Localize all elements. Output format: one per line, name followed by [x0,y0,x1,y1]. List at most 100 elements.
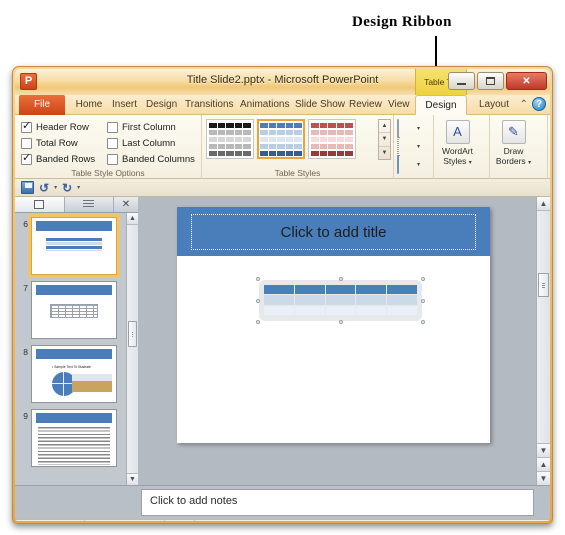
group-shading-borders-effects: ▾ ▾ ▾ [394,115,434,179]
spellcheck-button[interactable] [165,519,196,521]
checkbox-label: Total Row [36,137,78,149]
resize-handle[interactable] [421,277,425,281]
minimize-ribbon-icon[interactable]: ⌃ [520,99,528,110]
save-icon[interactable] [21,181,34,194]
shading-button[interactable]: ▾ [397,118,433,138]
checkbox-label: Header Row [36,121,89,133]
scroll-up-icon[interactable]: ▲ [127,213,138,225]
tab-home[interactable]: Home [71,95,107,115]
group-draw-borders: ✎ Draw Borders ▾ [490,115,548,179]
checkbox-banded-rows[interactable]: Banded Rows [21,151,107,167]
notes-placeholder[interactable]: Click to add notes [141,489,534,516]
close-button[interactable]: ✕ [506,72,547,90]
checkbox-header-row[interactable]: Header Row [21,119,107,135]
list-item[interactable]: 7 [17,281,126,339]
slides-panel: ✕ 6 7 8 • Sample Text To Illustrate 9 ▲ … [15,197,138,485]
slide-number: 9 [23,411,28,421]
wordart-styles-button[interactable]: A WordArt Styles ▾ [434,117,481,175]
list-item[interactable]: 6 [17,214,126,278]
scrollbar-thumb[interactable] [538,273,549,297]
gallery-scroll-down-icon[interactable]: ▼ [379,133,390,147]
close-panel-button[interactable]: ✕ [114,197,138,212]
checkbox-banded-columns[interactable]: Banded Columns [107,151,201,167]
chevron-down-icon[interactable]: ▾ [417,125,420,132]
tab-slides[interactable] [15,197,65,212]
table-style-red[interactable] [308,119,356,159]
group-label: Table Style Options [71,168,145,178]
chevron-down-icon[interactable]: ▾ [417,143,420,150]
tab-table-tools-design[interactable]: Design [415,95,467,115]
resize-handle[interactable] [338,277,343,281]
scrollbar-thumb[interactable] [128,321,137,347]
undo-dropdown-icon[interactable]: ▾ [54,184,57,191]
resize-handle[interactable] [421,320,425,324]
slide-panel-scrollbar[interactable]: ▲ ▼ [126,213,138,485]
canvas-scrollbar[interactable]: ▲ ▼ ▲ ▼ [536,197,550,485]
tab-slide-show[interactable]: Slide Show [291,95,345,115]
restore-button[interactable] [477,72,504,90]
theme-name[interactable]: "Office Theme" [85,519,166,521]
group-table-styles: ▲ ▼ ▼ Table Styles [202,115,394,179]
gallery-scroll-buttons[interactable]: ▲ ▼ ▼ [378,119,391,160]
slide-thumbnail-7[interactable] [31,281,117,339]
tab-review[interactable]: Review [345,95,383,115]
resize-handle[interactable] [338,320,343,324]
resize-handle[interactable] [256,277,260,281]
tab-design[interactable]: Design [142,95,180,115]
table-row [264,305,417,315]
table-style-blue-selected[interactable] [257,119,305,159]
current-slide[interactable]: Click to add title [177,207,490,443]
gallery-more-icon[interactable]: ▼ [379,147,390,159]
gallery-scroll-up-icon[interactable]: ▲ [379,120,390,134]
language-indicator[interactable]: English (Canada) [195,520,284,522]
undo-icon[interactable]: ↺ [39,181,49,195]
previous-slide-icon[interactable]: ▲ [537,457,550,471]
resize-handle[interactable] [256,298,260,303]
slide-thumbnail-list[interactable]: 6 7 8 • Sample Text To Illustrate 9 [15,213,126,485]
slide-canvas[interactable]: Click to add title ▲ ▼ ▲ ▼ [138,197,550,485]
thumb-text-lines [38,427,110,465]
title-placeholder[interactable]: Click to add title [191,214,476,250]
scroll-down-icon[interactable]: ▼ [127,473,138,485]
redo-icon[interactable]: ↻ [62,181,72,195]
customize-qat-icon[interactable]: ▾ [77,184,80,191]
tab-view[interactable]: View [384,95,412,115]
tab-table-tools-layout[interactable]: Layout [470,95,518,115]
list-item[interactable]: 8 • Sample Text To Illustrate [17,345,126,403]
window-controls: ✕ [448,72,547,90]
scroll-up-icon[interactable]: ▲ [537,197,550,211]
checkbox-total-row[interactable]: Total Row [21,135,107,151]
tab-outline[interactable] [65,197,114,212]
list-item[interactable]: 9 [17,409,126,467]
slide-thumbnail-8[interactable]: • Sample Text To Illustrate [31,345,117,403]
resize-handle[interactable] [421,298,425,303]
effects-button[interactable]: ▾ [397,154,433,174]
minimize-button[interactable] [448,72,475,90]
thumb-title-band [36,349,112,359]
help-icon[interactable]: ? [532,97,546,111]
tab-animations[interactable]: Animations [236,95,290,115]
checkbox-icon [21,152,32,165]
resize-handle[interactable] [256,320,260,324]
pencil-icon: ✎ [501,120,526,144]
draw-borders-button[interactable]: ✎ Draw Borders ▾ [490,117,537,175]
draw-borders-label-line2: Borders ▾ [495,156,532,166]
table-style-dark[interactable] [206,119,254,159]
tab-file[interactable]: File [19,95,65,115]
chevron-down-icon[interactable]: ▾ [417,161,420,168]
ribbon-tab-strip: File Home Insert Design Transitions Anim… [15,95,550,115]
scroll-down-icon[interactable]: ▼ [537,443,550,457]
slide-thumbnail-6[interactable] [28,214,120,278]
slide-thumbnail-9[interactable] [31,409,117,467]
thumb-bullet-text: • Sample Text To Illustrate [52,365,91,369]
tab-insert[interactable]: Insert [108,95,141,115]
slide-table[interactable] [256,277,425,324]
tab-transitions[interactable]: Transitions [181,95,235,115]
checkbox-icon [107,137,118,149]
checkbox-first-column[interactable]: First Column [107,119,201,135]
next-slide-icon[interactable]: ▼ [537,471,550,485]
table-row [264,295,417,305]
checkbox-last-column[interactable]: Last Column [107,135,201,151]
wordart-label-line2: Styles ▾ [443,156,472,166]
borders-button[interactable]: ▾ [397,136,433,156]
